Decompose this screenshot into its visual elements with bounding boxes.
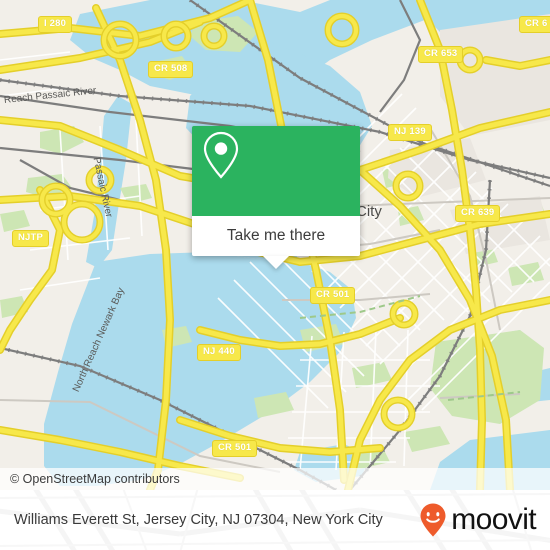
location-pin-icon (203, 131, 239, 179)
shield-cr-6: CR 6 (519, 16, 550, 33)
moovit-wordmark: moovit (451, 503, 536, 536)
shield-cr-639: CR 639 (455, 205, 501, 222)
popup-icon-area (192, 126, 360, 216)
footer-bar: Williams Everett St, Jersey City, NJ 073… (0, 490, 550, 550)
shield-nj-440: NJ 440 (197, 344, 241, 361)
shield-i-280: I 280 (38, 16, 73, 33)
map-canvas[interactable]: Reach Passaic River Passaic River North … (0, 0, 550, 490)
location-popup-card[interactable]: Take me there (192, 126, 360, 269)
map-attribution[interactable]: © OpenStreetMap contributors (0, 468, 550, 490)
shield-nj-139: NJ 139 (388, 124, 432, 141)
address-text: Williams Everett St, Jersey City, NJ 073… (14, 512, 383, 528)
shield-cr-653: CR 653 (418, 46, 464, 63)
moovit-logo[interactable]: moovit (418, 502, 537, 538)
popup-action-area[interactable]: Take me there (192, 216, 360, 269)
moovit-smiley-pin-icon (420, 503, 446, 537)
map-screenshot-root: Reach Passaic River Passaic River North … (0, 0, 550, 550)
shield-cr-501-north: CR 501 (310, 287, 356, 304)
take-me-there-label: Take me there (226, 227, 326, 244)
shield-njtp: NJTP (12, 230, 50, 247)
popup-pointer-tail (263, 256, 289, 269)
shield-cr-508: CR 508 (148, 61, 194, 78)
shield-cr-501-south: CR 501 (212, 440, 258, 457)
